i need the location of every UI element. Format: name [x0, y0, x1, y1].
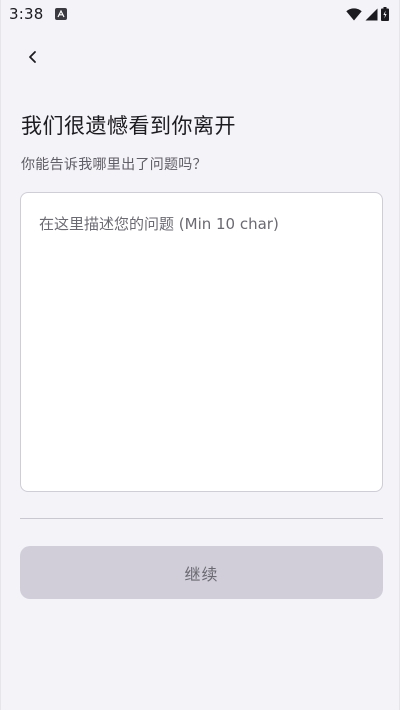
back-button[interactable] [19, 44, 47, 72]
a-app-icon [55, 8, 68, 20]
status-time: 3:38 [9, 5, 44, 23]
chevron-left-icon [27, 49, 39, 68]
page-title: 我们很遗憾看到你离开 [21, 114, 236, 138]
status-bar: 3:38 [1, 0, 399, 28]
problem-input-container [20, 192, 383, 492]
wifi-icon [346, 7, 362, 21]
screen: 3:38 我们很遗憾看到你离开 你能告诉我哪里出了问题吗？ 在这里描述您的问题 … [0, 0, 400, 710]
continue-button[interactable]: 继续 [20, 546, 383, 599]
signal-icon [365, 8, 378, 21]
divider [20, 518, 383, 519]
problem-description-input[interactable] [21, 193, 382, 491]
page-subtitle: 你能告诉我哪里出了问题吗？ [21, 157, 207, 173]
status-icons [346, 7, 389, 21]
battery-charging-icon [381, 7, 389, 21]
